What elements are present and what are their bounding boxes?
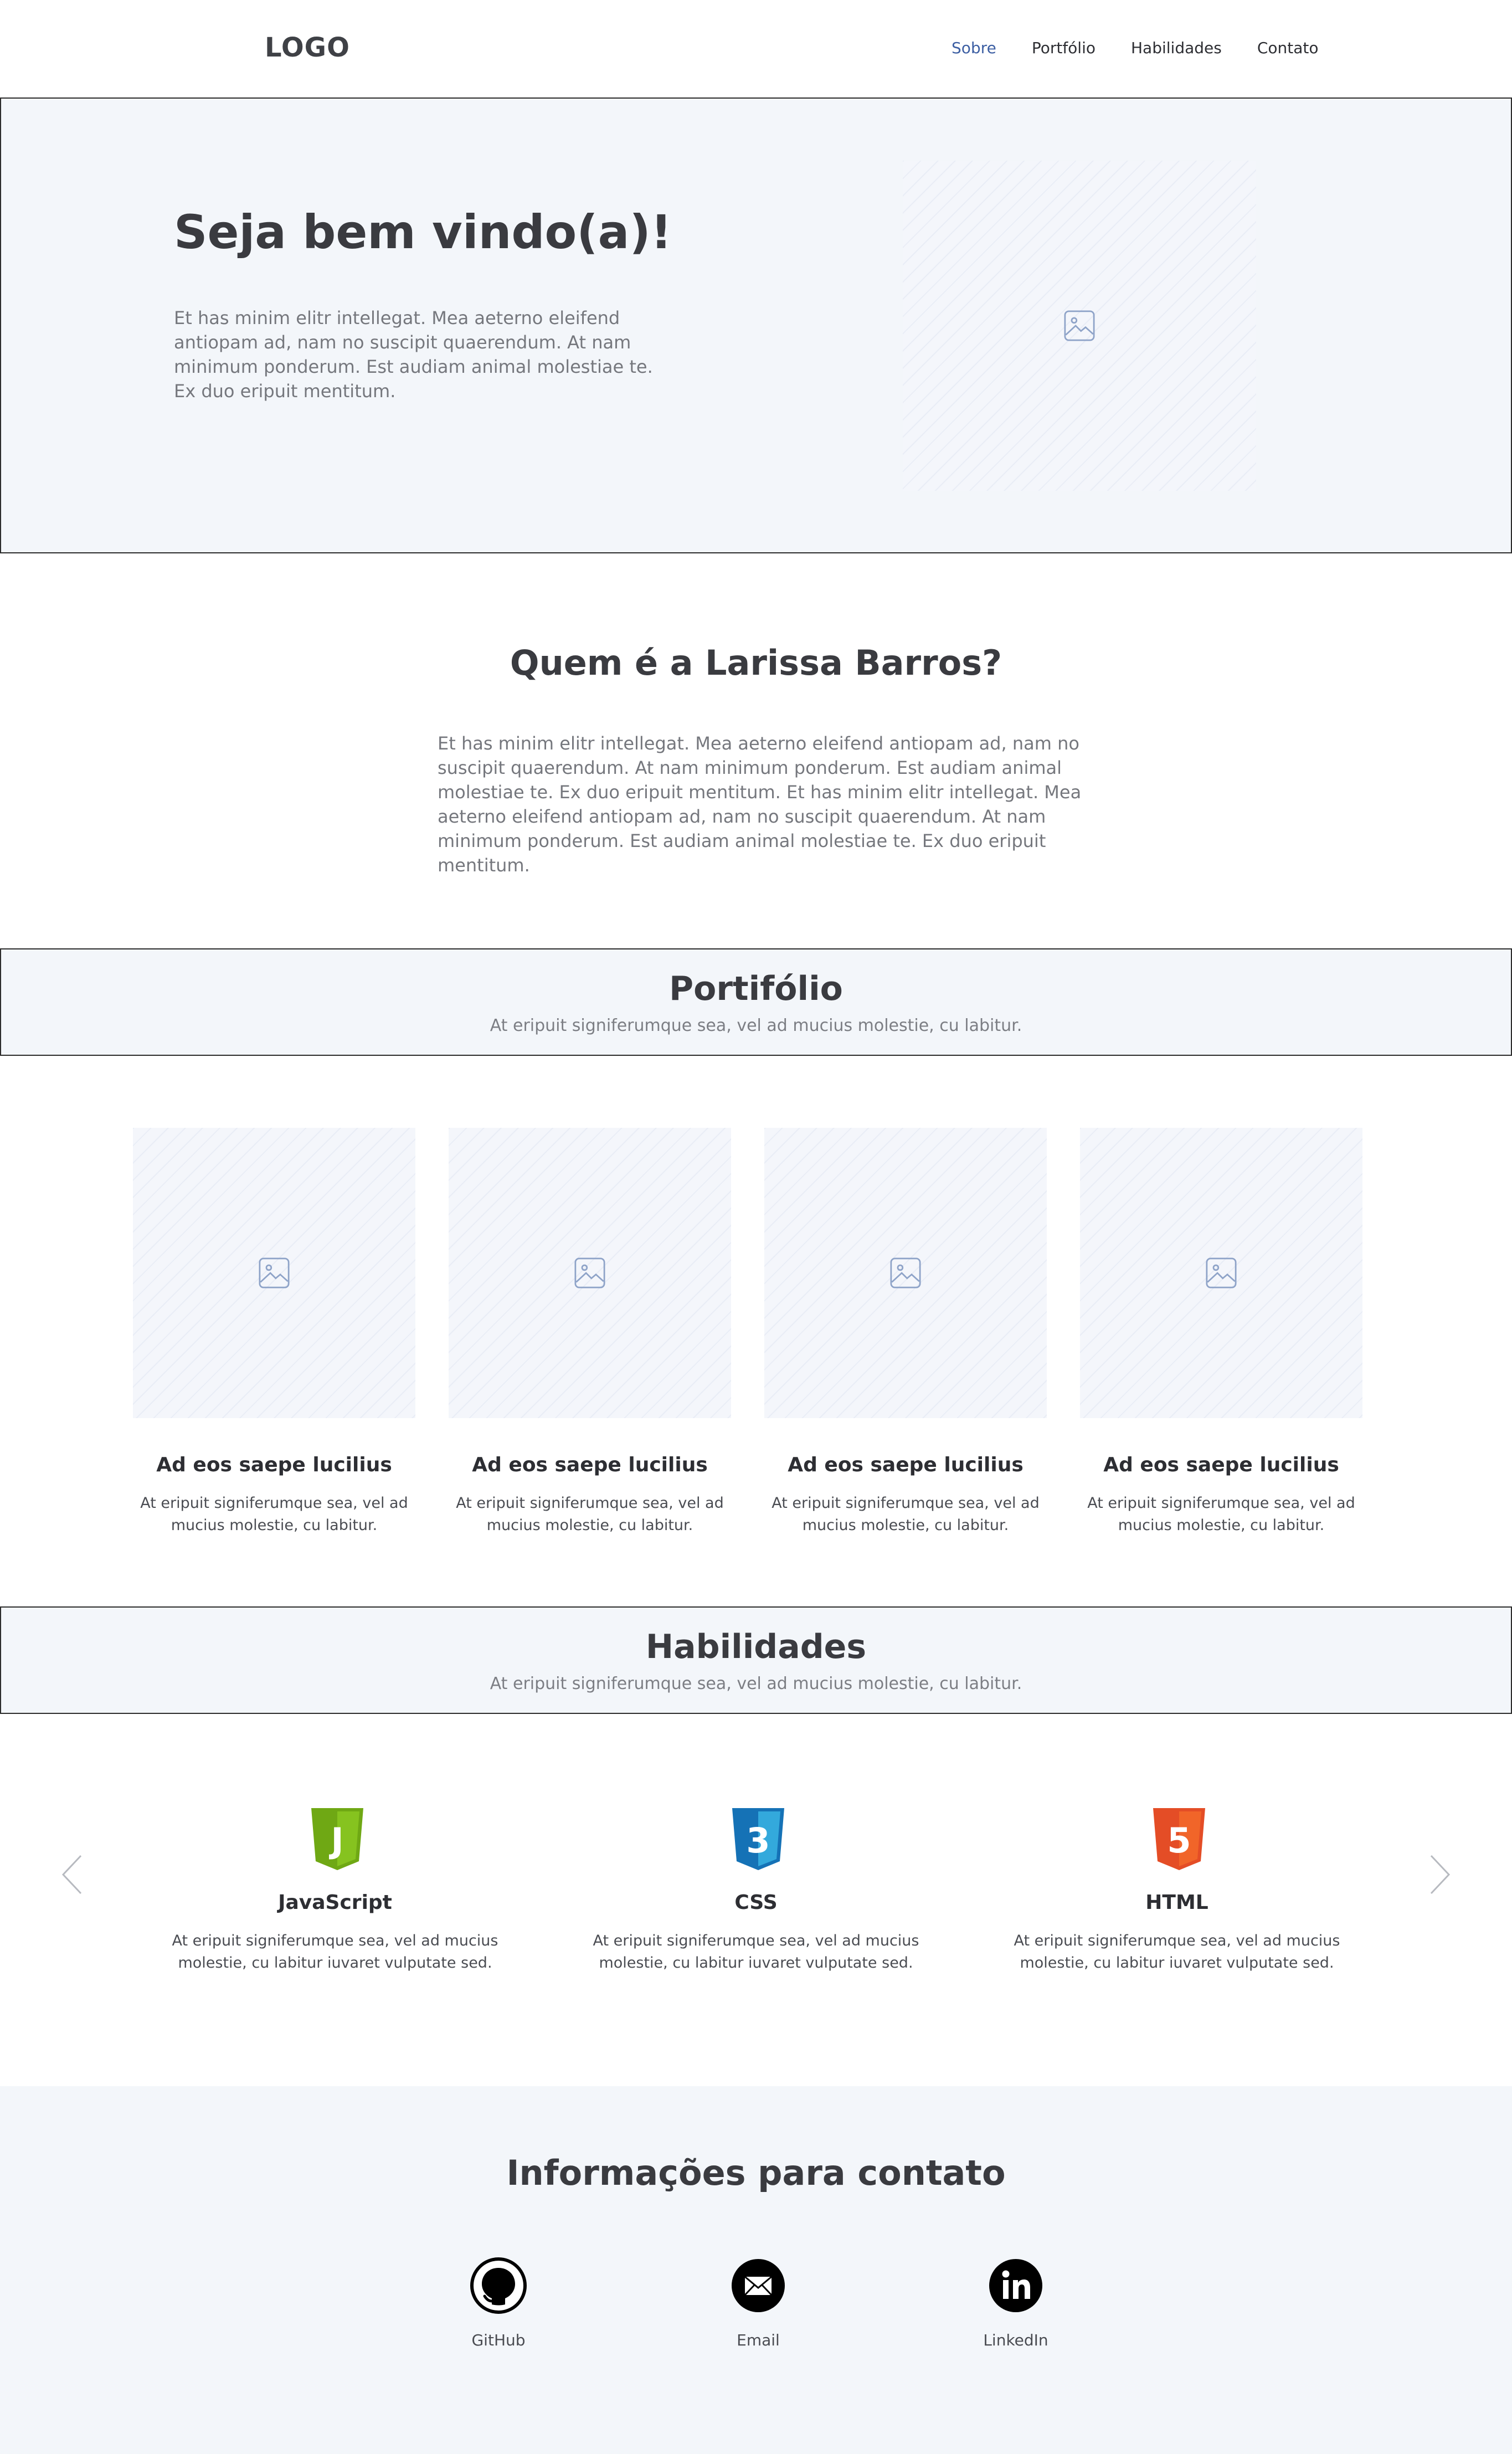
portfolio-title: Portifólio — [669, 969, 843, 1008]
portfolio-item-title: Ad eos saepe lucilius — [1103, 1454, 1339, 1476]
portfolio-image-placeholder[interactable] — [1080, 1128, 1362, 1418]
contact-label: Email — [737, 2331, 780, 2349]
portfolio-item-title: Ad eos saepe lucilius — [156, 1454, 392, 1476]
nav-link-sobre[interactable]: Sobre — [952, 39, 996, 57]
site-header: LOGO Sobre Portfólio Habilidades Contato — [0, 0, 1512, 96]
portfolio-image-placeholder[interactable] — [133, 1128, 415, 1418]
chevron-left-icon[interactable] — [60, 1854, 84, 1896]
skill-name: CSS — [734, 1891, 778, 1914]
badge-letter: 3 — [746, 1820, 770, 1861]
image-icon — [259, 1257, 290, 1288]
contact-section: Informações para contato GitHub Email Li… — [0, 2086, 1512, 2454]
portfolio-item-text: At eripuit signiferumque sea, vel ad muc… — [140, 1495, 408, 1534]
about-title: Quem é a Larissa Barros? — [510, 643, 1002, 683]
skill-text: At eripuit signiferumque sea, vel ad muc… — [172, 1932, 498, 1972]
image-icon — [1064, 310, 1095, 341]
github-icon[interactable] — [470, 2257, 527, 2314]
hero-title: Seja bem vindo(a)! — [174, 205, 672, 259]
contact-email[interactable]: Email — [697, 2257, 819, 2349]
hero-text: Et has minim elitr intellegat. Mea aeter… — [174, 307, 653, 402]
html5-icon: 5 — [1153, 1808, 1205, 1870]
portfolio-image-placeholder[interactable] — [764, 1128, 1047, 1418]
nav-link-portfolio[interactable]: Portfólio — [1032, 39, 1096, 57]
nav-link-contato[interactable]: Contato — [1257, 39, 1319, 57]
contact-github[interactable]: GitHub — [438, 2257, 559, 2349]
portfolio-image-placeholder[interactable] — [449, 1128, 731, 1418]
hero-section: Seja bem vindo(a)! Et has minim elitr in… — [0, 97, 1512, 553]
portfolio-item-text: At eripuit signiferumque sea, vel ad muc… — [1087, 1495, 1355, 1534]
image-icon — [890, 1257, 921, 1288]
badge-letter: 5 — [1167, 1820, 1191, 1861]
skills-header: Habilidades At eripuit signiferumque sea… — [0, 1606, 1512, 1714]
image-icon — [1206, 1257, 1237, 1288]
contact-title: Informações para contato — [506, 2153, 1006, 2193]
skills-title: Habilidades — [645, 1628, 867, 1666]
portfolio-item-title: Ad eos saepe lucilius — [788, 1454, 1024, 1476]
portfolio-item-text: At eripuit signiferumque sea, vel ad muc… — [456, 1495, 724, 1534]
about-text: Et has minim elitr intellegat. Mea aeter… — [438, 733, 1082, 876]
css3-icon: 3 — [732, 1808, 784, 1870]
chevron-right-icon[interactable] — [1428, 1854, 1452, 1896]
skill-name: JavaScript — [278, 1891, 392, 1914]
skills-subtitle: At eripuit signiferumque sea, vel ad muc… — [490, 1674, 1022, 1693]
skill-text: At eripuit signiferumque sea, vel ad muc… — [1014, 1932, 1340, 1972]
image-icon — [574, 1257, 605, 1288]
badge-letter: J — [328, 1820, 343, 1861]
skill-name: HTML — [1145, 1891, 1208, 1914]
linkedin-icon[interactable] — [987, 2257, 1045, 2314]
logo[interactable]: LOGO — [265, 32, 350, 63]
nav-link-habilidades[interactable]: Habilidades — [1131, 39, 1222, 57]
hero-image-placeholder — [903, 161, 1256, 491]
skill-text: At eripuit signiferumque sea, vel ad muc… — [593, 1932, 919, 1972]
portfolio-subtitle: At eripuit signiferumque sea, vel ad muc… — [490, 1016, 1022, 1035]
portfolio-item-title: Ad eos saepe lucilius — [472, 1454, 708, 1476]
contact-label: GitHub — [471, 2331, 526, 2349]
email-icon[interactable] — [729, 2257, 787, 2314]
contact-linkedin[interactable]: LinkedIn — [955, 2257, 1077, 2349]
portfolio-item-text: At eripuit signiferumque sea, vel ad muc… — [772, 1495, 1040, 1534]
contact-label: LinkedIn — [983, 2331, 1048, 2349]
main-nav: Sobre Portfólio Habilidades Contato — [952, 39, 1354, 57]
portfolio-header: Portifólio At eripuit signiferumque sea,… — [0, 948, 1512, 1056]
javascript-icon: J — [311, 1808, 363, 1870]
